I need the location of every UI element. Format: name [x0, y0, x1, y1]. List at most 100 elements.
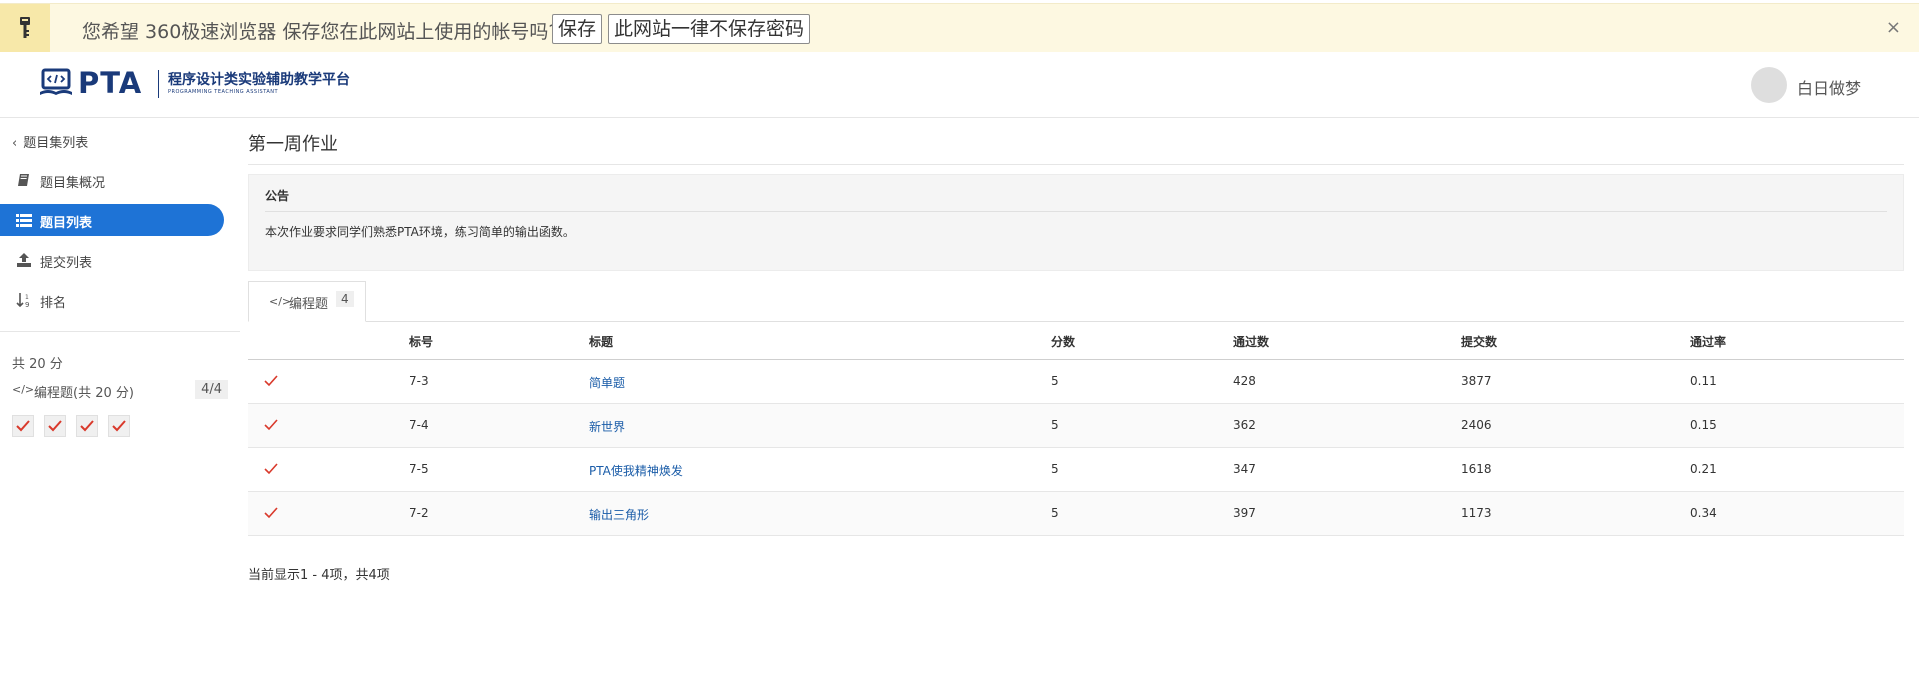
problem-status-check[interactable] — [44, 415, 66, 437]
problem-id: 7-2 — [409, 506, 429, 520]
column-header: 提交数 — [1461, 335, 1498, 349]
problem-status-check[interactable] — [76, 415, 98, 437]
logo-text: PTA — [78, 66, 143, 100]
problem-submitted: 1173 — [1461, 506, 1492, 520]
check-icon — [264, 419, 278, 431]
check-icon — [16, 420, 30, 432]
close-icon[interactable]: × — [1886, 17, 1901, 38]
username[interactable]: 白日做梦 — [1797, 75, 1861, 99]
section-label: 编程题(共 20 分) — [34, 386, 134, 401]
password-save-bar: 您希望 360极速浏览器 保存您在此网站上使用的帐号吗? 保存 此网站一律不保存… — [0, 3, 1919, 53]
sort-icon: 1 9 — [16, 293, 29, 308]
column-header: 分数 — [1051, 335, 1076, 349]
problem-score: 5 — [1051, 462, 1059, 476]
sidebar: ‹ 题目集列表 题目集概况 题目列表 提交列表 1 9 排名 共 20 分 </… — [0, 118, 240, 694]
tab-count-badge: 4 — [336, 291, 354, 307]
check-icon — [112, 420, 126, 432]
logo-separator — [158, 70, 159, 98]
problem-title-link[interactable]: 新世界 — [589, 418, 625, 435]
sidebar-divider — [0, 331, 240, 332]
svg-text:1: 1 — [25, 294, 29, 301]
chevron-left-icon: ‹ — [12, 136, 18, 151]
table-header: 标号 标题 分数 通过数 提交数 通过率 — [248, 321, 1904, 360]
main-content: 第一周作业 公告 本次作业要求同学们熟悉PTA环境，练习简单的输出函数。 </>… — [248, 118, 1904, 694]
tab-programming[interactable]: </> 编程题 4 — [248, 281, 366, 322]
problem-submitted: 3877 — [1461, 374, 1492, 388]
check-icon — [80, 420, 94, 432]
code-icon: </> — [12, 383, 35, 396]
problem-passed: 347 — [1233, 462, 1256, 476]
problem-passed: 362 — [1233, 418, 1256, 432]
problem-title-link[interactable]: 简单题 — [589, 374, 625, 391]
problem-score: 5 — [1051, 374, 1059, 388]
logo-code-icon — [40, 68, 72, 95]
problem-pass-rate: 0.34 — [1690, 506, 1717, 520]
sidebar-item-label: 排名 — [40, 296, 67, 311]
check-icon — [264, 375, 278, 387]
sidebar-item-ranking[interactable]: 1 9 排名 — [0, 284, 224, 316]
book-icon — [18, 174, 29, 186]
sidebar-item-problem-list[interactable]: 题目列表 — [0, 204, 224, 236]
problem-type-tabs: </> 编程题 4 — [248, 281, 1904, 322]
problem-id: 7-3 — [409, 374, 429, 388]
table-row[interactable]: 7-3 简单题 5 428 3877 0.11 — [248, 360, 1904, 404]
upload-icon — [17, 253, 31, 267]
section-programming[interactable]: </> 编程题(共 20 分) 4/4 — [12, 380, 228, 402]
sidebar-item-label: 题目列表 — [40, 216, 93, 231]
check-icon — [264, 463, 278, 475]
column-header: 标号 — [409, 335, 434, 349]
announcement-divider — [265, 211, 1887, 212]
key-icon — [0, 4, 50, 52]
check-icon — [264, 507, 278, 519]
sidebar-item-submissions[interactable]: 提交列表 — [0, 244, 224, 276]
problem-submitted: 2406 — [1461, 418, 1492, 432]
sidebar-item-label: 题目集概况 — [40, 176, 106, 191]
logo-english: PROGRAMMING TEACHING ASSISTANT — [168, 89, 279, 95]
user-menu[interactable]: 白日做梦 — [1751, 66, 1881, 103]
problem-pass-rate: 0.15 — [1690, 418, 1717, 432]
problem-status-check[interactable] — [108, 415, 130, 437]
column-header: 通过数 — [1233, 335, 1270, 349]
page-title: 第一周作业 — [248, 134, 338, 155]
tab-label: 编程题 — [289, 297, 329, 312]
logo-subtitle: 程序设计类实验辅助教学平台 — [168, 72, 350, 88]
announcement-title: 公告 — [265, 189, 290, 203]
back-to-problem-sets[interactable]: ‹ 题目集列表 — [12, 132, 88, 151]
problem-pass-rate: 0.11 — [1690, 374, 1717, 388]
list-icon — [16, 214, 32, 227]
table-row[interactable]: 7-2 输出三角形 5 397 1173 0.34 — [248, 492, 1904, 536]
check-icon — [48, 420, 62, 432]
problem-id: 7-4 — [409, 418, 429, 432]
announcement-body: 本次作业要求同学们熟悉PTA环境，练习简单的输出函数。 — [265, 225, 575, 239]
svg-text:9: 9 — [25, 301, 29, 308]
pagination-summary: 当前显示1 - 4项，共4项 — [248, 568, 390, 583]
sidebar-item-overview[interactable]: 题目集概况 — [0, 164, 224, 196]
back-label: 题目集列表 — [23, 136, 89, 151]
column-header: 标题 — [589, 335, 614, 349]
problem-passed: 428 — [1233, 374, 1256, 388]
problem-pass-rate: 0.21 — [1690, 462, 1717, 476]
save-password-button[interactable]: 保存 — [552, 14, 603, 44]
problem-id: 7-5 — [409, 462, 429, 476]
problem-title-link[interactable]: PTA使我精神焕发 — [589, 462, 683, 479]
announcement-panel: 公告 本次作业要求同学们熟悉PTA环境，练习简单的输出函数。 — [248, 174, 1904, 271]
password-save-message: 您希望 360极速浏览器 保存您在此网站上使用的帐号吗? — [82, 21, 559, 43]
problem-score: 5 — [1051, 418, 1059, 432]
problem-status-check[interactable] — [12, 415, 34, 437]
never-save-button[interactable]: 此网站一律不保存密码 — [608, 14, 811, 44]
total-score: 共 20 分 — [12, 357, 63, 372]
problem-table: 标号 标题 分数 通过数 提交数 通过率 7-3 简单题 5 428 3877 … — [248, 321, 1904, 536]
avatar[interactable] — [1751, 67, 1787, 103]
problem-score: 5 — [1051, 506, 1059, 520]
problem-submitted: 1618 — [1461, 462, 1492, 476]
problem-passed: 397 — [1233, 506, 1256, 520]
code-icon: </> — [269, 295, 292, 308]
sidebar-item-label: 提交列表 — [40, 256, 93, 271]
section-count: 4/4 — [195, 380, 228, 399]
table-row[interactable]: 7-4 新世界 5 362 2406 0.15 — [248, 404, 1904, 448]
title-divider — [248, 164, 1904, 165]
header: PTA 程序设计类实验辅助教学平台 PROGRAMMING TEACHING A… — [0, 52, 1919, 118]
problem-title-link[interactable]: 输出三角形 — [589, 506, 649, 523]
column-header: 通过率 — [1690, 335, 1727, 349]
table-row[interactable]: 7-5 PTA使我精神焕发 5 347 1618 0.21 — [248, 448, 1904, 492]
